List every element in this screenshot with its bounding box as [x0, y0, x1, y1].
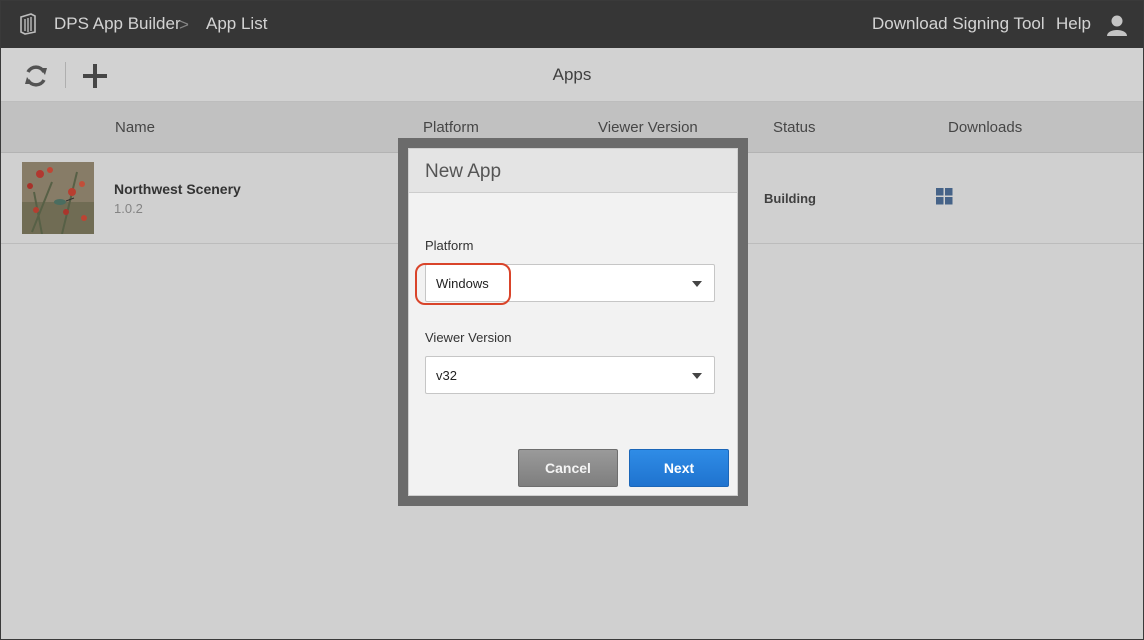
platform-label: Platform [425, 238, 474, 253]
callout-highlight [415, 263, 511, 305]
next-button[interactable]: Next [629, 449, 729, 487]
dialog-header: New App [409, 149, 737, 193]
viewer-version-select-value: v32 [436, 368, 457, 383]
viewer-version-label: Viewer Version [425, 330, 512, 345]
chevron-down-icon [692, 373, 702, 379]
cancel-button[interactable]: Cancel [518, 449, 618, 487]
new-app-dialog: New App Platform Windows Viewer Version … [408, 148, 738, 496]
viewer-version-select[interactable]: v32 [425, 356, 715, 394]
app-window: DPS App Builder > App List Download Sign… [0, 0, 1144, 640]
chevron-down-icon [692, 281, 702, 287]
dialog-title: New App [425, 161, 502, 182]
